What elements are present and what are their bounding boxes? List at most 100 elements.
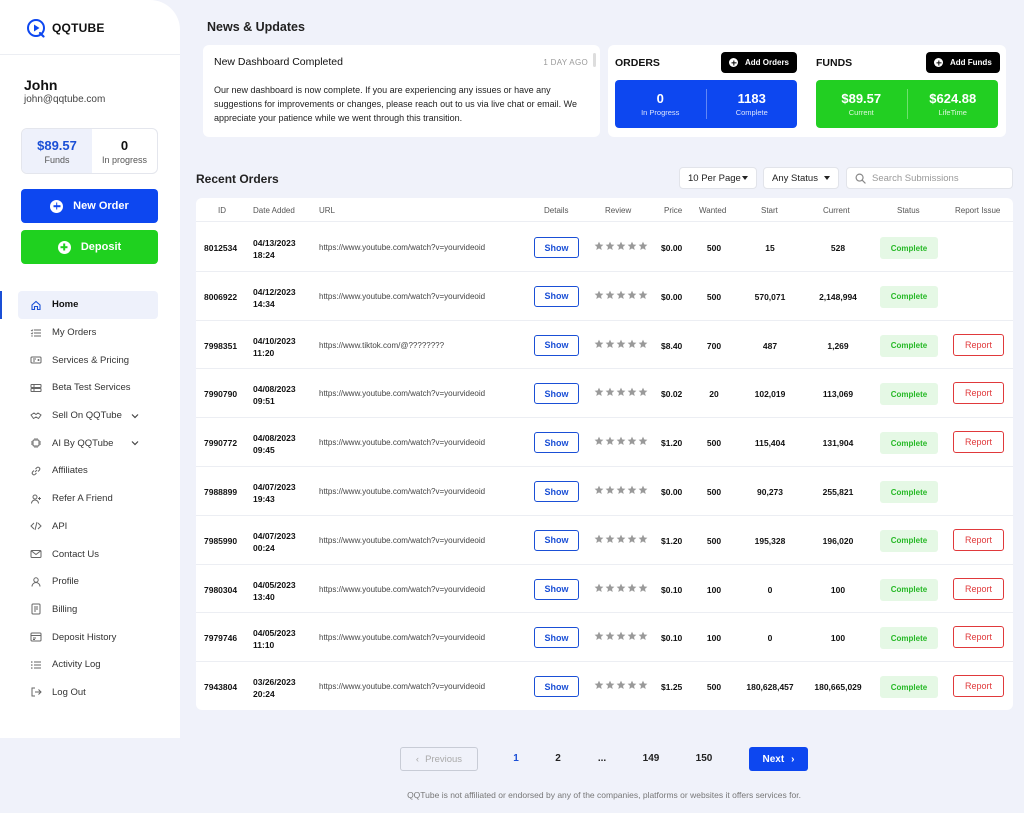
star-icon[interactable] (594, 534, 604, 544)
sidebar-item-log-out[interactable]: Log Out (0, 679, 180, 707)
report-button[interactable]: Report (953, 577, 1004, 600)
show-details-button[interactable]: Show (534, 481, 579, 502)
star-icon[interactable] (627, 534, 637, 544)
sidebar-item-sell-on-qqtube[interactable]: Sell On QQTube (0, 402, 180, 430)
status-filter-select[interactable]: Any Status (763, 167, 839, 189)
per-page-select[interactable]: 10 Per Page (679, 167, 757, 189)
star-icon[interactable] (605, 290, 615, 300)
star-icon[interactable] (627, 387, 637, 397)
star-icon[interactable] (616, 339, 626, 349)
star-icon[interactable] (638, 583, 648, 593)
star-icon[interactable] (594, 680, 604, 690)
show-details-button[interactable]: Show (534, 627, 579, 649)
star-icon[interactable] (627, 485, 637, 495)
star-icon[interactable] (605, 241, 615, 251)
star-icon[interactable] (605, 436, 615, 446)
page-150[interactable]: 150 (689, 753, 719, 764)
star-icon[interactable] (594, 583, 604, 593)
add-funds-button[interactable]: Add Funds (926, 52, 1000, 73)
sidebar-item-refer-a-friend[interactable]: Refer A Friend (0, 485, 180, 513)
sidebar-item-affiliates[interactable]: Affiliates (0, 457, 180, 485)
show-details-button[interactable]: Show (534, 383, 579, 405)
report-button[interactable]: Report (953, 626, 1004, 649)
sidebar-item-deposit-history[interactable]: Deposit History (0, 623, 180, 651)
star-icon[interactable] (594, 387, 604, 397)
star-icon[interactable] (605, 534, 615, 544)
star-icon[interactable] (594, 485, 604, 495)
logo[interactable]: QQTUBE (26, 18, 105, 38)
star-icon[interactable] (616, 680, 626, 690)
add-orders-button[interactable]: Add Orders (721, 52, 798, 73)
chevron-down-icon[interactable] (130, 411, 140, 421)
show-details-button[interactable]: Show (534, 285, 579, 307)
report-button[interactable]: Report (953, 675, 1004, 698)
star-icon[interactable] (627, 680, 637, 690)
show-details-button[interactable]: Show (534, 432, 579, 454)
star-icon[interactable] (616, 241, 626, 251)
sidebar-item-my-orders[interactable]: My Orders (0, 319, 180, 347)
sidebar-item-contact-us[interactable]: Contact Us (0, 540, 180, 568)
star-icon[interactable] (638, 241, 648, 251)
star-icon[interactable] (638, 631, 648, 641)
show-details-button[interactable]: Show (534, 578, 579, 600)
show-details-button[interactable]: Show (534, 676, 579, 698)
star-icon[interactable] (605, 583, 615, 593)
star-icon[interactable] (594, 241, 604, 251)
star-icon[interactable] (627, 339, 637, 349)
show-details-button[interactable]: Show (534, 334, 579, 356)
star-icon[interactable] (605, 387, 615, 397)
star-icon[interactable] (638, 290, 648, 300)
deposit-button[interactable]: Deposit (21, 230, 158, 264)
star-icon[interactable] (627, 241, 637, 251)
chevron-down-icon[interactable] (130, 438, 140, 448)
show-details-button[interactable]: Show (534, 237, 579, 258)
star-icon[interactable] (638, 387, 648, 397)
star-icon[interactable] (616, 583, 626, 593)
star-icon[interactable] (616, 631, 626, 641)
sidebar-item-api[interactable]: API (0, 513, 180, 541)
star-icon[interactable] (594, 436, 604, 446)
star-icon[interactable] (638, 339, 648, 349)
star-icon[interactable] (616, 485, 626, 495)
star-icon[interactable] (616, 290, 626, 300)
star-icon[interactable] (638, 485, 648, 495)
previous-page-button[interactable]: ‹ Previous (400, 747, 478, 771)
sidebar-item-activity-log[interactable]: Activity Log (0, 651, 180, 679)
star-icon[interactable] (605, 339, 615, 349)
star-icon[interactable] (616, 436, 626, 446)
sidebar-item-beta-test-services[interactable]: Beta Test Services (0, 374, 180, 402)
sidebar-item-services-pricing[interactable]: Services & Pricing (0, 346, 180, 374)
sidebar-item-profile[interactable]: Profile (0, 568, 180, 596)
new-order-button[interactable]: New Order (21, 189, 158, 223)
star-icon[interactable] (605, 631, 615, 641)
sidebar-item-home[interactable]: Home (0, 291, 158, 319)
star-icon[interactable] (638, 436, 648, 446)
page-2[interactable]: 2 (543, 753, 573, 764)
show-details-button[interactable]: Show (534, 529, 579, 551)
star-icon[interactable] (594, 631, 604, 641)
page-149[interactable]: 149 (636, 753, 666, 764)
star-icon[interactable] (627, 290, 637, 300)
search-input[interactable] (872, 172, 1002, 184)
star-icon[interactable] (594, 339, 604, 349)
star-icon[interactable] (605, 485, 615, 495)
star-icon[interactable] (638, 680, 648, 690)
star-icon[interactable] (627, 631, 637, 641)
star-icon[interactable] (594, 290, 604, 300)
star-icon[interactable] (616, 387, 626, 397)
report-button[interactable]: Report (953, 333, 1004, 356)
report-button[interactable]: Report (953, 431, 1004, 454)
news-scrollbar[interactable] (593, 53, 596, 67)
next-page-button[interactable]: Next › (749, 747, 808, 771)
report-button[interactable]: Report (953, 382, 1004, 405)
report-button[interactable]: Report (953, 528, 1004, 551)
page-1[interactable]: 1 (501, 753, 531, 764)
star-icon[interactable] (638, 534, 648, 544)
star-icon[interactable] (627, 583, 637, 593)
star-icon[interactable] (605, 680, 615, 690)
order-date: 04/05/2023 13:40 (253, 579, 296, 603)
star-icon[interactable] (616, 534, 626, 544)
sidebar-item-ai-by-qqtube[interactable]: AI By QQTube (0, 429, 180, 457)
sidebar-item-billing[interactable]: Billing (0, 596, 180, 624)
star-icon[interactable] (627, 436, 637, 446)
